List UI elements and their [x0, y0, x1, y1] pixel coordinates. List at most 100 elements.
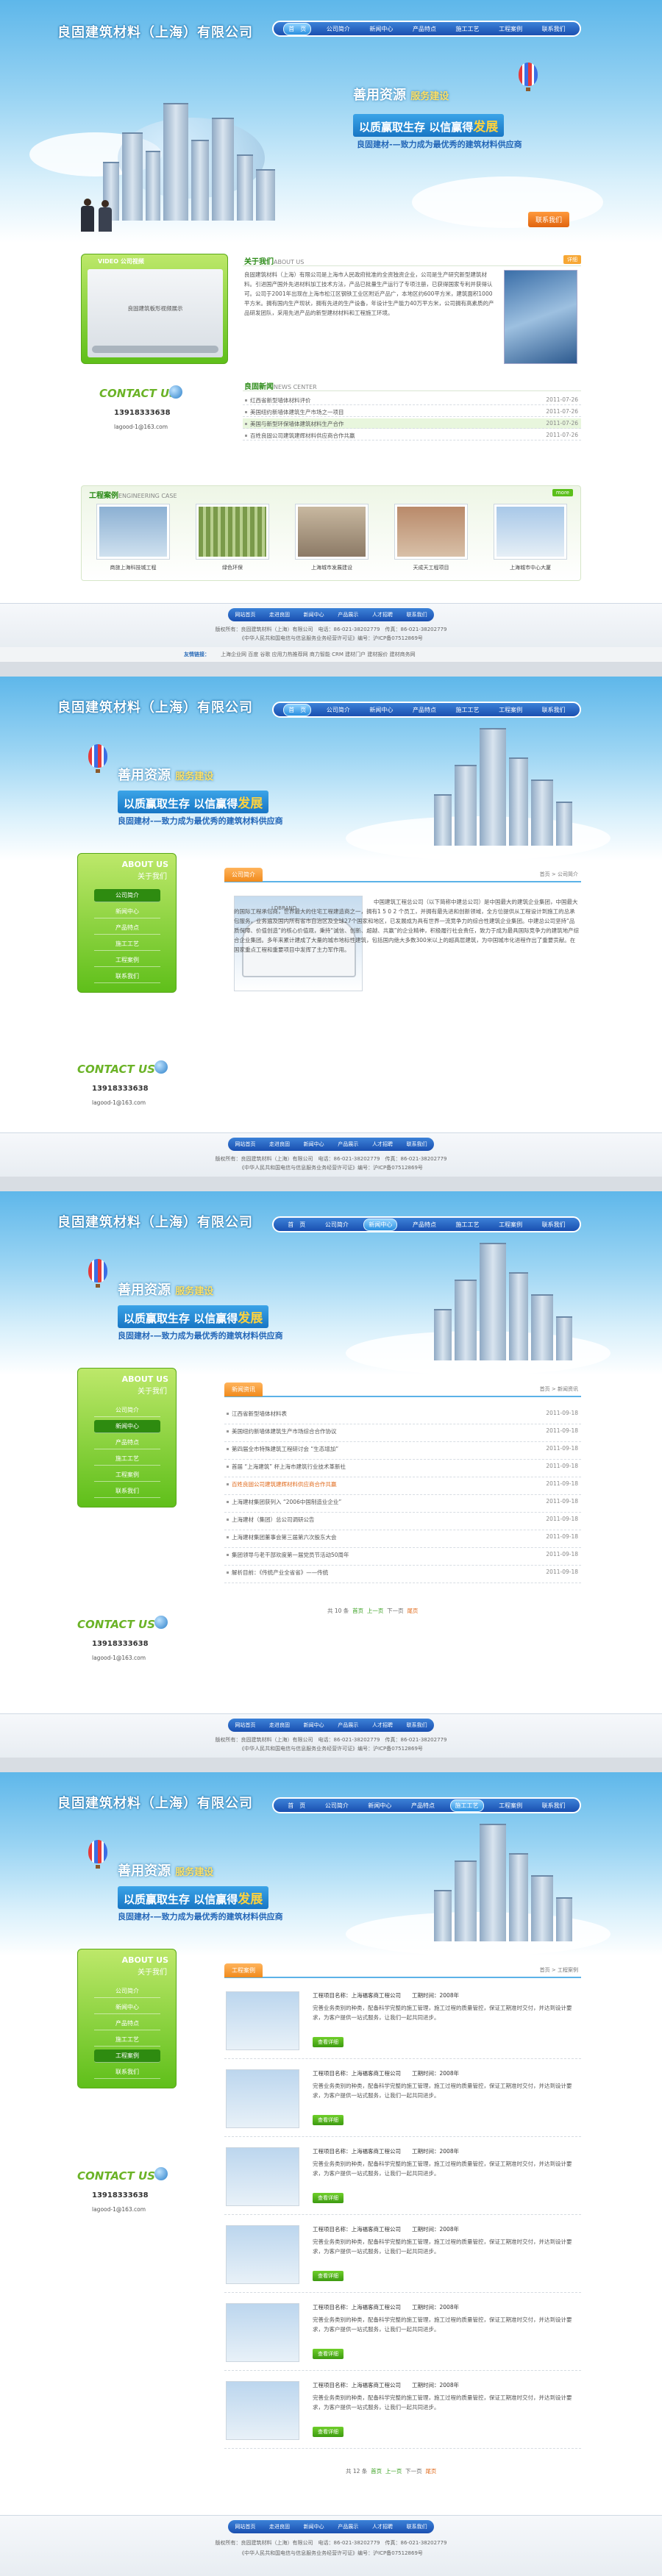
footer-link[interactable]: 人才招聘 — [372, 611, 393, 618]
case-thumbnail[interactable] — [226, 2147, 299, 2206]
side-item-process[interactable]: 施工工艺 — [94, 2033, 160, 2047]
case-thumbnail[interactable] — [226, 1991, 299, 2050]
case-thumbnail[interactable] — [226, 2381, 299, 2440]
nav-products[interactable]: 产品特点 — [408, 1219, 441, 1230]
nav-cases[interactable]: 工程案例 — [494, 24, 527, 35]
nav-products[interactable]: 产品特点 — [408, 24, 441, 35]
breadcrumb[interactable]: 首页 > 新闻资讯 — [540, 1385, 578, 1393]
side-item-products[interactable]: 产品特点 — [94, 2017, 160, 2030]
nav-products[interactable]: 产品特点 — [408, 704, 441, 716]
side-item-contact[interactable]: 联系我们 — [94, 2066, 160, 2079]
pager-first[interactable]: 首页 — [352, 1608, 363, 1614]
about-more-link[interactable]: 详细 — [563, 255, 581, 264]
news-item[interactable]: 美国与新型环保墙体建筑材料生产合作 2011-07-26 — [243, 418, 581, 429]
case-thumbnail[interactable] — [226, 2069, 299, 2128]
site-logo[interactable]: 良固建筑材料（上海）有限公司 — [57, 1793, 253, 1812]
footer-link[interactable]: 新闻中心 — [304, 611, 324, 618]
case-detail-button[interactable]: 查看详细 — [313, 2115, 344, 2125]
footer-link[interactable]: 人才招聘 — [372, 2523, 393, 2530]
side-item-contact[interactable]: 联系我们 — [94, 970, 160, 983]
case-thumb[interactable] — [494, 504, 567, 560]
nav-news[interactable]: 新闻中心 — [365, 24, 397, 35]
site-logo[interactable]: 良固建筑材料（上海）有限公司 — [57, 1212, 253, 1231]
contact-email[interactable]: lagood-1@163.com — [114, 424, 168, 430]
friend-links-list[interactable]: 上海企业网 百度 谷歌 应用力热推荐网 商力智能 CRM 建材门户 建材报价 建… — [221, 651, 416, 658]
side-item-process[interactable]: 施工工艺 — [94, 1452, 160, 1466]
pager-first[interactable]: 首页 — [371, 2468, 382, 2475]
side-item-cases[interactable]: 工程案例 — [94, 1469, 160, 1482]
nav-process[interactable]: 施工工艺 — [452, 704, 484, 716]
footer-link[interactable]: 走进良固 — [269, 2523, 290, 2530]
footer-link[interactable]: 联系我们 — [407, 611, 427, 618]
contact-email[interactable]: lagood-1@163.com — [92, 2206, 146, 2213]
footer-link[interactable]: 新闻中心 — [304, 1722, 324, 1729]
nav-process[interactable]: 施工工艺 — [449, 1799, 484, 1812]
nav-home[interactable]: 首 页 — [283, 1219, 310, 1230]
nav-about[interactable]: 公司简介 — [321, 1800, 353, 1811]
nav-home[interactable]: 首 页 — [283, 703, 312, 716]
contact-email[interactable]: lagood-1@163.com — [92, 1655, 146, 1661]
footer-link[interactable]: 走进良固 — [269, 611, 290, 618]
news-item[interactable]: 上海建材集团董事会第三届第六次股东大会 2011-09-18 — [224, 1532, 581, 1548]
side-item-news[interactable]: 新闻中心 — [94, 1420, 160, 1433]
nav-about[interactable]: 公司简介 — [321, 1219, 353, 1230]
nav-about[interactable]: 公司简介 — [322, 24, 355, 35]
content-tab[interactable]: 公司简介 — [224, 868, 263, 882]
footer-link[interactable]: 走进良固 — [269, 1141, 290, 1148]
news-item[interactable]: 百姓良固公司建筑建辉材料供应商合作共赢 2011-09-18 — [224, 1479, 581, 1495]
case-thumb[interactable] — [394, 504, 468, 560]
nav-news[interactable]: 新闻中心 — [363, 1218, 398, 1231]
case-thumb[interactable] — [196, 504, 269, 560]
nav-contact[interactable]: 联系我们 — [538, 24, 570, 35]
content-tab[interactable]: 新闻资讯 — [224, 1382, 263, 1396]
case-detail-button[interactable]: 查看详细 — [313, 2349, 344, 2359]
case-detail-button[interactable]: 查看详细 — [313, 2037, 344, 2047]
site-logo[interactable]: 良固建筑材料（上海）有限公司 — [57, 697, 253, 716]
pager-prev[interactable]: 上一页 — [385, 2468, 402, 2475]
breadcrumb[interactable]: 首页 > 公司简介 — [540, 871, 578, 878]
pager-last[interactable]: 尾页 — [425, 2468, 436, 2475]
video-controls[interactable] — [92, 346, 218, 353]
footer-link[interactable]: 网站首页 — [235, 1722, 255, 1729]
case-more-link[interactable]: more — [552, 489, 573, 496]
footer-link[interactable]: 走进良固 — [269, 1722, 290, 1729]
nav-about[interactable]: 公司简介 — [322, 704, 355, 716]
nav-process[interactable]: 施工工艺 — [452, 24, 484, 35]
footer-link[interactable]: 联系我们 — [407, 1141, 427, 1148]
footer-link[interactable]: 人才招聘 — [372, 1722, 393, 1729]
side-item-products[interactable]: 产品特点 — [94, 921, 160, 935]
news-item[interactable]: 美国纽约新墙体建筑生产市场综合合作协议 2011-09-18 — [224, 1426, 581, 1442]
news-item[interactable]: 上海建材集团获列入 “2006中国制造业企业” 2011-09-18 — [224, 1496, 581, 1513]
nav-products[interactable]: 产品特点 — [407, 1800, 439, 1811]
news-item[interactable]: 首届 “上海建筑” 杯上海市建筑行业技术革新社 2011-09-18 — [224, 1461, 581, 1477]
nav-home[interactable]: 首 页 — [283, 22, 312, 35]
side-item-products[interactable]: 产品特点 — [94, 1436, 160, 1449]
nav-news[interactable]: 新闻中心 — [365, 704, 397, 716]
news-item[interactable]: 集团领导与老干部欢度第一届党员节活动50周年 2011-09-18 — [224, 1549, 581, 1566]
footer-link[interactable]: 新闻中心 — [304, 1141, 324, 1148]
case-thumb[interactable] — [96, 504, 170, 560]
footer-link[interactable]: 新闻中心 — [304, 2523, 324, 2530]
content-tab[interactable]: 工程案例 — [224, 1963, 263, 1977]
side-item-news[interactable]: 新闻中心 — [94, 905, 160, 918]
pager-next[interactable]: 下一页 — [387, 1608, 404, 1614]
news-item[interactable]: 第四届全市特殊建筑工程研讨会 “生态增加” 2011-09-18 — [224, 1444, 581, 1460]
nav-process[interactable]: 施工工艺 — [452, 1219, 484, 1230]
side-item-about[interactable]: 公司简介 — [94, 1985, 160, 1998]
case-detail-button[interactable]: 查看详细 — [313, 2193, 344, 2203]
footer-link[interactable]: 产品展示 — [338, 2523, 358, 2530]
side-item-about[interactable]: 公司简介 — [94, 1404, 160, 1417]
pager-prev[interactable]: 上一页 — [367, 1608, 384, 1614]
nav-home[interactable]: 首 页 — [283, 1800, 310, 1811]
side-item-contact[interactable]: 联系我们 — [94, 1485, 160, 1498]
side-item-cases[interactable]: 工程案例 — [94, 2049, 160, 2063]
nav-contact[interactable]: 联系我们 — [538, 1800, 570, 1811]
case-detail-button[interactable]: 查看详细 — [313, 2271, 344, 2281]
case-thumb[interactable] — [295, 504, 369, 560]
contact-email[interactable]: lagood-1@163.com — [92, 1099, 146, 1106]
case-thumbnail[interactable] — [226, 2303, 299, 2362]
site-logo[interactable]: 良固建筑材料（上海）有限公司 — [57, 22, 253, 41]
footer-link[interactable]: 联系我们 — [407, 1722, 427, 1729]
news-item[interactable]: 美国纽约新墙体建筑生产市场之一项目 2011-07-26 — [243, 407, 581, 417]
pager-next[interactable]: 下一页 — [405, 2468, 422, 2475]
